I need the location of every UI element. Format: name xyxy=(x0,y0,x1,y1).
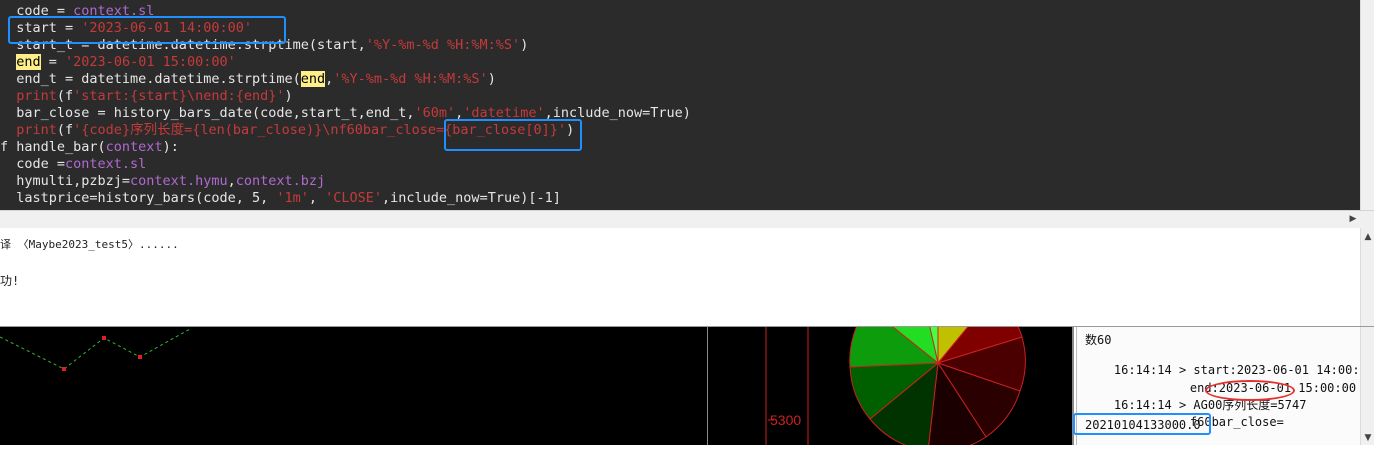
code-token: ) xyxy=(520,37,529,53)
highlight-ellipse-length xyxy=(1205,380,1295,401)
pie-chart xyxy=(849,273,1026,449)
code-token: context.sl xyxy=(65,156,147,172)
scroll-down-arrow-icon[interactable]: ▼ xyxy=(1361,431,1374,445)
code-token: ) xyxy=(487,71,496,87)
compile-output-pane: 译 〈Maybe2023_test5〉...... 功! xyxy=(0,228,1360,326)
code-line[interactable]: bar_close = history_bars_date(code,start… xyxy=(0,105,691,122)
code-token: print xyxy=(16,88,57,104)
price-point xyxy=(138,355,142,359)
code-token: context.hymu xyxy=(130,173,228,189)
code-token: lastprice=history_bars(code, 5, xyxy=(0,190,277,206)
price-chart-svg xyxy=(0,328,191,371)
code-token: end xyxy=(16,54,41,70)
scroll-up-arrow-icon[interactable]: ▲ xyxy=(1361,230,1374,244)
highlight-box-bar-close xyxy=(444,119,582,151)
code-token: '%Y-%m-%d %H:%M:%S' xyxy=(365,37,521,53)
compile-result-line: 功! xyxy=(0,274,20,288)
code-line[interactable]: print(f'start:{start}\nend:{end}') xyxy=(0,88,293,105)
code-token: (f xyxy=(56,122,74,138)
highlight-box-value xyxy=(1073,413,1211,435)
code-line[interactable]: code =context.sl xyxy=(0,156,146,173)
code-line[interactable]: hymulti,pzbzj=context.hymu,context.bzj xyxy=(0,173,325,190)
code-token: (f xyxy=(56,88,74,104)
code-line[interactable]: end_t = datetime.datetime.strptime(end,'… xyxy=(0,71,496,88)
code-token: code = xyxy=(0,156,66,172)
editor-vertical-scrollbar[interactable] xyxy=(1360,0,1374,210)
code-token: '%Y-%m-%d %H:%M:%S' xyxy=(333,71,488,87)
editor-horizontal-scrollbar[interactable]: ▶ xyxy=(0,210,1374,229)
code-token: context.bzj xyxy=(235,173,326,189)
code-token: context xyxy=(105,139,163,155)
depth-chart-svg: 5300 xyxy=(765,273,1026,449)
code-token: 'start:{start}\nend:{end}' xyxy=(73,88,285,104)
price-chart[interactable] xyxy=(0,327,708,445)
code-token: hymulti,pzbzj= xyxy=(0,173,131,189)
code-token: , xyxy=(308,190,326,206)
code-token: ,include_now=True)[-1] xyxy=(382,190,561,206)
code-token: ): xyxy=(162,139,179,155)
code-line[interactable]: end = '2023-06-01 15:00:00' xyxy=(0,54,236,71)
code-token: , xyxy=(227,173,236,189)
price-point xyxy=(102,336,106,340)
code-token: = xyxy=(40,54,66,70)
log-vertical-scrollbar[interactable]: ▼ xyxy=(1360,327,1374,445)
price-point xyxy=(62,367,66,371)
price-line xyxy=(0,328,191,370)
code-token: f handle_bar( xyxy=(0,139,106,155)
output-vertical-scrollbar[interactable]: ▲ xyxy=(1360,228,1374,326)
log-output-pane[interactable]: 数60 16:14:14 > start:2023-06-01 14:00:00… xyxy=(1073,327,1374,445)
code-token: '1m' xyxy=(276,190,309,206)
code-token: '2023-06-01 15:00:00' xyxy=(65,54,236,70)
highlight-box-start xyxy=(8,16,286,44)
code-token: 'CLOSE' xyxy=(325,190,383,206)
depth-chart[interactable]: 5300 xyxy=(708,273,1072,449)
price-level-label: 5300 xyxy=(770,412,801,428)
scroll-right-arrow-icon[interactable]: ▶ xyxy=(1346,212,1360,226)
code-token: print xyxy=(16,122,57,138)
code-line[interactable]: lastprice=history_bars(code, 5, '1m', 'C… xyxy=(0,190,561,207)
code-token: end xyxy=(300,71,326,87)
code-token: bar_close = history_bars_date(code,start… xyxy=(0,105,415,121)
compile-status-line: 译 〈Maybe2023_test5〉...... xyxy=(0,238,179,251)
code-line[interactable]: f handle_bar(context): xyxy=(0,139,179,156)
code-token: end_t = datetime.datetime.strptime( xyxy=(0,71,301,87)
log-header: 数60 xyxy=(1085,333,1112,347)
code-token: ) xyxy=(284,88,293,104)
